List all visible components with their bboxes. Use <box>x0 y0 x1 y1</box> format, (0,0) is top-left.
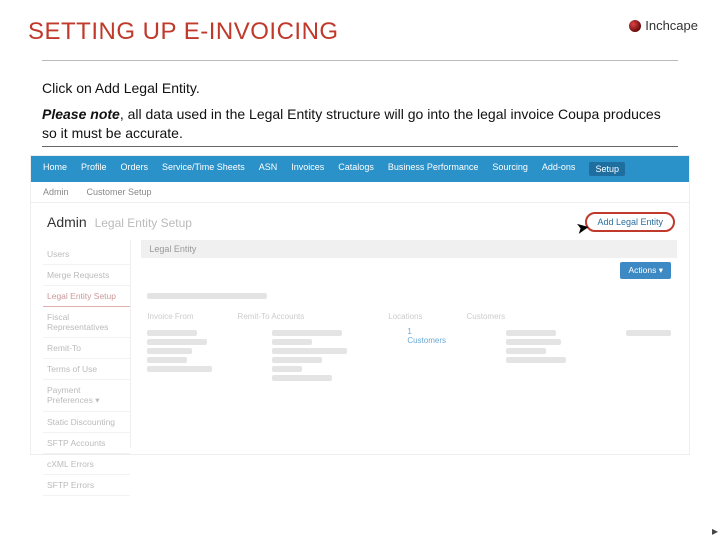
sidebar-item-static-discounting[interactable]: Static Discounting <box>43 412 130 433</box>
col-invoice-from: Invoice From <box>147 312 193 321</box>
brand-text: Inchcape <box>645 18 698 33</box>
add-legal-entity-button[interactable]: Add Legal Entity <box>585 212 675 232</box>
page-corner-mark: ▸ <box>712 524 718 538</box>
sub-nav: Admin Customer Setup <box>31 182 689 203</box>
sidebar-item-remit-to[interactable]: Remit-To <box>43 338 130 359</box>
admin-sidebar: Users Merge Requests Legal Entity Setup … <box>43 240 131 448</box>
instruction-text: Click on Add Legal Entity. <box>42 79 678 99</box>
sidebar-item-terms-of-use[interactable]: Terms of Use <box>43 359 130 380</box>
note-lead: Please note <box>42 106 120 122</box>
column-headers: Invoice From Remit-To Accounts Locations… <box>147 312 671 321</box>
customers-link[interactable]: 1 Customers <box>407 327 446 384</box>
page-heading-sub: Legal Entity Setup <box>95 216 192 230</box>
brand-logo: Inchcape <box>629 18 698 33</box>
blurred-entity-details: Invoice From Remit-To Accounts Locations… <box>141 286 677 398</box>
slide-title: SETTING UP E-INVOICING <box>0 0 720 56</box>
subnav-admin[interactable]: Admin <box>43 187 69 197</box>
note-sep: , <box>120 106 128 122</box>
note-body: all data used in the Legal Entity struct… <box>42 106 661 142</box>
note-text: Please note, all data used in the Legal … <box>42 105 678 144</box>
note-underline <box>42 146 678 147</box>
col-locations: Locations <box>388 312 422 321</box>
nav-profile[interactable]: Profile <box>81 162 107 176</box>
nav-service-time-sheets[interactable]: Service/Time Sheets <box>162 162 245 176</box>
sidebar-item-sftp-errors[interactable]: SFTP Errors <box>43 475 130 496</box>
panel-header: Legal Entity <box>141 240 677 258</box>
nav-business-performance[interactable]: Business Performance <box>388 162 479 176</box>
brand-globe-icon <box>629 20 641 32</box>
nav-invoices[interactable]: Invoices <box>291 162 324 176</box>
col-customers: Customers <box>467 312 506 321</box>
nav-setup[interactable]: Setup <box>589 162 625 176</box>
sidebar-item-cxml-errors[interactable]: cXML Errors <box>43 454 130 475</box>
sidebar-item-merge-requests[interactable]: Merge Requests <box>43 265 130 286</box>
nav-home[interactable]: Home <box>43 162 67 176</box>
page-heading-main: Admin <box>47 214 87 230</box>
sidebar-item-users[interactable]: Users <box>43 244 130 265</box>
col-remit-to-accounts: Remit-To Accounts <box>238 312 305 321</box>
sidebar-item-sftp-accounts[interactable]: SFTP Accounts <box>43 433 130 454</box>
nav-sourcing[interactable]: Sourcing <box>492 162 528 176</box>
subnav-customer-setup[interactable]: Customer Setup <box>87 187 152 197</box>
page-heading: Admin Legal Entity Setup <box>47 214 192 230</box>
sidebar-item-payment-preferences[interactable]: Payment Preferences ▾ <box>43 380 130 412</box>
coupa-screenshot: Home Profile Orders Service/Time Sheets … <box>30 155 690 455</box>
sidebar-item-legal-entity-setup[interactable]: Legal Entity Setup <box>43 286 130 307</box>
nav-asn[interactable]: ASN <box>259 162 278 176</box>
actions-button[interactable]: Actions ▾ <box>620 262 671 279</box>
nav-orders[interactable]: Orders <box>121 162 149 176</box>
title-underline <box>42 60 678 61</box>
admin-main-panel: Legal Entity Actions ▾ Invoice From Remi… <box>141 240 677 448</box>
admin-body: Users Merge Requests Legal Entity Setup … <box>43 240 677 448</box>
nav-catalogs[interactable]: Catalogs <box>338 162 374 176</box>
nav-add-ons[interactable]: Add-ons <box>542 162 576 176</box>
top-nav: Home Profile Orders Service/Time Sheets … <box>31 156 689 182</box>
sidebar-item-fiscal-representatives[interactable]: Fiscal Representatives <box>43 307 130 338</box>
mouse-cursor-icon: ➤ <box>574 217 591 239</box>
